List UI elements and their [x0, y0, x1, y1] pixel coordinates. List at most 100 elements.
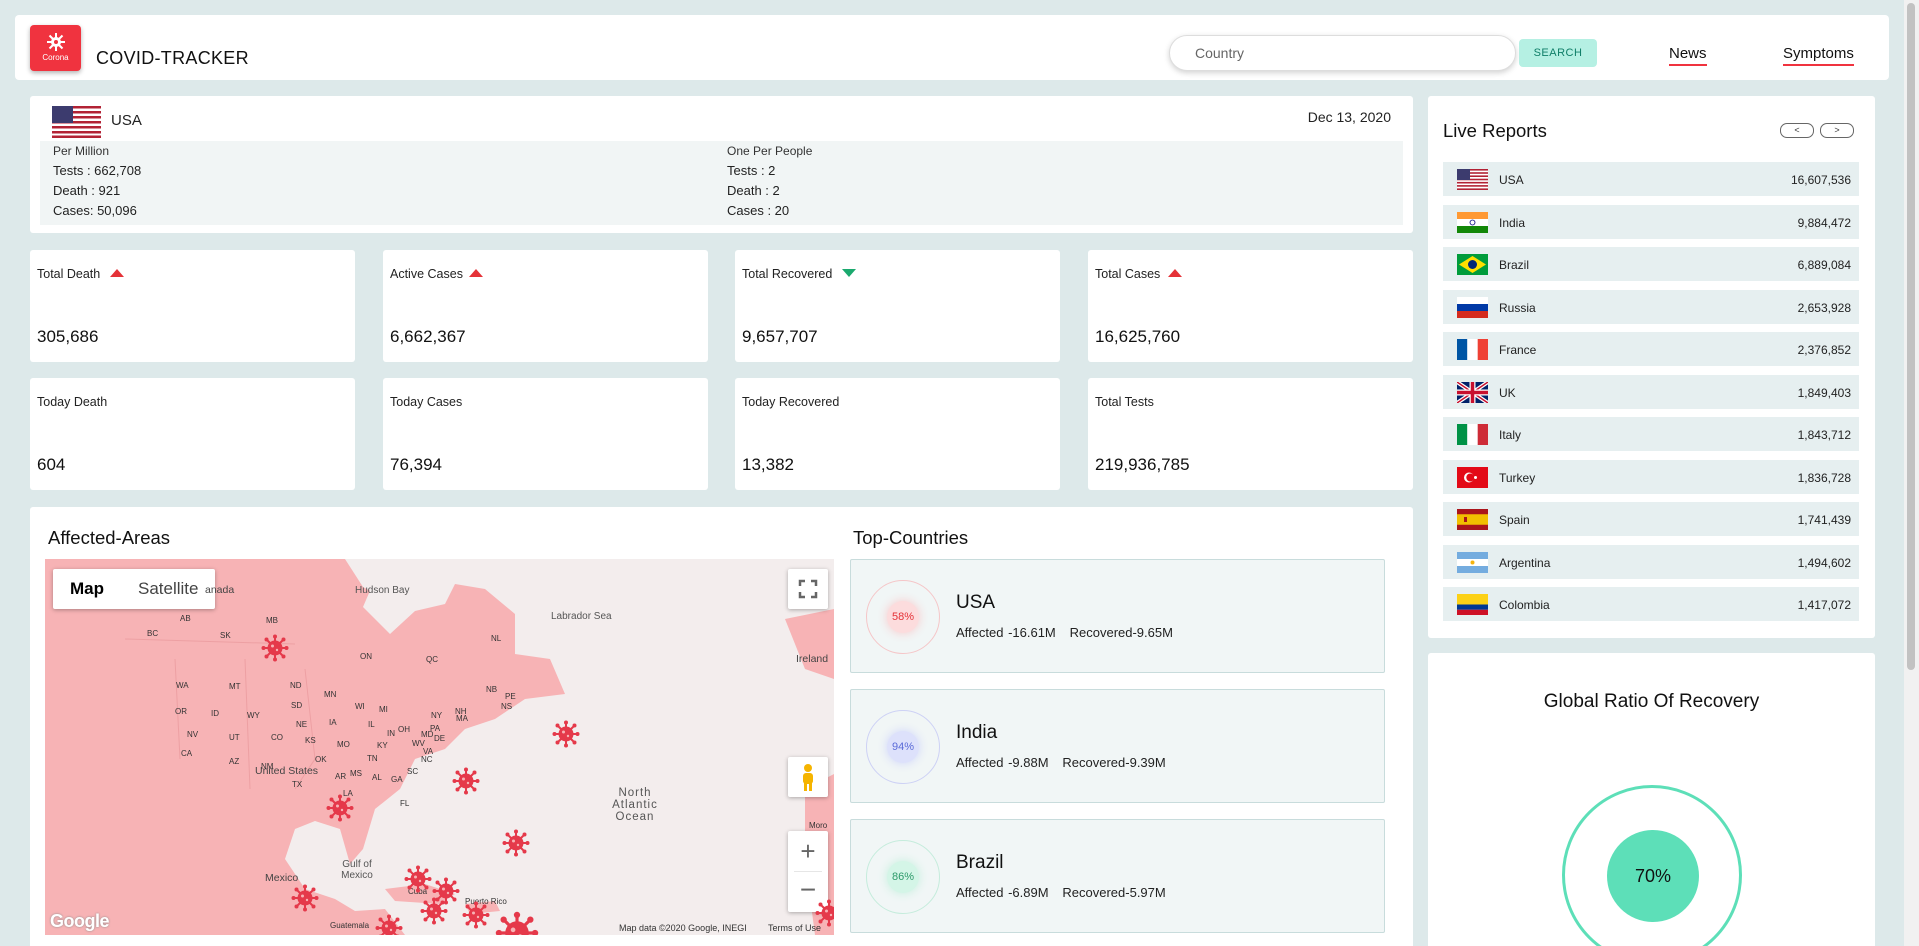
stat-label: Active Cases	[390, 267, 463, 281]
trend-up-icon	[469, 269, 483, 277]
virus-marker-icon[interactable]	[495, 911, 539, 935]
map-state-label: NL	[491, 634, 502, 643]
recovery-ratio-ring: 70%	[1562, 785, 1742, 946]
uk-flag-icon	[1457, 381, 1488, 403]
live-report-country: USA	[1499, 173, 1524, 187]
map-type-satellite-button[interactable]: Satellite	[121, 569, 215, 609]
lower-panel: Affected-Areas Top-Countries Map Satelli…	[30, 507, 1413, 946]
live-report-row[interactable]: India 9,884,472	[1443, 204, 1859, 239]
map-state-label: MA	[456, 714, 468, 723]
affected-areas-map[interactable]: Map Satellite + − anada Hudson Bay Labra…	[45, 559, 834, 935]
live-report-row[interactable]: Italy 1,843,712	[1443, 417, 1859, 451]
spain-flag-icon	[1457, 509, 1488, 530]
live-report-row[interactable]: Russia 2,653,928	[1443, 289, 1859, 324]
live-report-row[interactable]: UK 1,849,403	[1443, 374, 1859, 409]
live-report-country: Colombia	[1499, 598, 1550, 612]
percent-ring: 58%	[866, 580, 940, 654]
one-per-people-cases: Cases : 20	[727, 203, 790, 218]
live-reports-next-button[interactable]: >	[1820, 123, 1854, 138]
scrollbar-thumb[interactable]	[1907, 3, 1915, 670]
map-state-label: NB	[486, 685, 498, 694]
virus-marker-icon[interactable]	[404, 865, 432, 893]
country-info-card: USA Dec 13, 2020 Per Million Tests : 662…	[30, 96, 1413, 233]
stat-value: 16,625,760	[1095, 327, 1181, 346]
per-million-death: Death : 921	[53, 183, 121, 198]
page-scrollbar[interactable]	[1904, 0, 1919, 946]
live-report-count: 1,849,403	[1797, 385, 1851, 400]
app-title: COVID-TRACKER	[96, 48, 249, 68]
per-million-tests: Tests : 662,708	[53, 163, 142, 178]
virus-marker-icon[interactable]	[462, 901, 490, 929]
virus-marker-icon[interactable]	[502, 829, 530, 857]
live-report-country: Russia	[1499, 300, 1536, 315]
live-report-row[interactable]: Argentina 1,494,602	[1443, 544, 1859, 579]
recovery-ratio-panel: Global Ratio Of Recovery 70%	[1428, 653, 1875, 946]
stat-value: 6,662,367	[390, 327, 466, 346]
france-flag-icon	[1457, 339, 1488, 360]
map-state-label: IN	[387, 729, 395, 738]
fullscreen-button[interactable]	[788, 569, 828, 609]
colombia-flag-icon	[1457, 594, 1488, 615]
india-flag-icon	[1457, 211, 1488, 233]
stat-label: Today Recovered	[742, 395, 840, 409]
virus-marker-icon[interactable]	[291, 884, 319, 912]
italy-flag-icon	[1457, 424, 1488, 445]
percent-ring: 86%	[866, 840, 940, 914]
top-country-name: USA	[956, 592, 996, 613]
map-state-label: MS	[350, 769, 362, 778]
fullscreen-icon	[798, 579, 818, 599]
map-state-label: SC	[407, 767, 419, 776]
map-type-map-button[interactable]: Map	[53, 569, 121, 609]
stat-value: 604	[37, 455, 66, 474]
stat-card-active-cases: Active Cases 6,662,367	[383, 250, 708, 362]
zoom-in-button[interactable]: +	[788, 831, 828, 871]
map-state-label: ON	[360, 652, 372, 661]
map-terms-link[interactable]: Terms of Use	[768, 923, 821, 933]
map-state-label: CO	[271, 733, 283, 742]
virus-marker-icon[interactable]	[326, 794, 354, 822]
map-state-label: UT	[229, 733, 240, 742]
live-reports-title: Live Reports	[1443, 120, 1547, 141]
live-report-row[interactable]: Colombia 1,417,072	[1443, 587, 1859, 621]
virus-marker-icon[interactable]	[552, 720, 580, 748]
virus-marker-icon[interactable]	[261, 634, 289, 662]
virus-marker-icon[interactable]	[452, 767, 480, 795]
live-reports-prev-button[interactable]: <	[1780, 123, 1814, 138]
top-country-card-usa[interactable]: 58% USA Affected -16.61M Recovered-9.65M	[850, 559, 1385, 673]
top-country-stats: Affected -9.88M Recovered-9.39M	[956, 755, 1166, 770]
nav-news-link[interactable]: News	[1669, 45, 1707, 66]
map-state-label: NY	[431, 711, 443, 720]
map-state-label: GA	[391, 775, 403, 784]
live-report-count: 1,417,072	[1797, 598, 1851, 612]
nav-symptoms-link[interactable]: Symptoms	[1783, 45, 1854, 66]
per-million-heading: Per Million	[53, 144, 110, 158]
map-label-gulf-of-mexico: Gulf of Mexico	[341, 859, 373, 881]
logo[interactable]: Corona	[30, 25, 81, 71]
virus-marker-icon[interactable]	[420, 897, 448, 925]
stat-card-total-tests: Total Tests 219,936,785	[1088, 378, 1413, 490]
live-report-row[interactable]: Brazil 6,889,084	[1443, 247, 1859, 281]
live-report-row[interactable]: France 2,376,852	[1443, 332, 1859, 366]
map-label-morocco: Moro	[809, 821, 828, 830]
stat-label: Total Tests	[1095, 395, 1154, 409]
map-state-label: NM	[261, 762, 274, 771]
percent-badge: 58%	[887, 601, 919, 633]
search-button[interactable]: SEARCH	[1519, 39, 1597, 67]
live-report-row[interactable]: Turkey 1,836,728	[1443, 459, 1859, 494]
country-search-input[interactable]	[1169, 35, 1516, 71]
virus-marker-icon[interactable]	[375, 914, 403, 935]
top-country-card-brazil[interactable]: 86% Brazil Affected -6.89M Recovered-5.9…	[850, 819, 1385, 933]
live-report-count: 16,607,536	[1790, 173, 1851, 187]
top-country-card-india[interactable]: 94% India Affected -9.88M Recovered-9.39…	[850, 689, 1385, 803]
stat-value: 76,394	[390, 455, 442, 474]
stat-label: Total Death	[37, 267, 101, 281]
street-view-button[interactable]	[788, 757, 828, 797]
live-report-row[interactable]: Spain 1,741,439	[1443, 502, 1859, 536]
live-report-count: 2,653,928	[1797, 300, 1851, 315]
map-type-toggle[interactable]: Map Satellite	[53, 569, 216, 609]
live-report-row[interactable]: USA 16,607,536	[1443, 162, 1859, 196]
turkey-flag-icon	[1457, 466, 1488, 488]
trend-up-icon	[1168, 269, 1182, 277]
russia-flag-icon	[1457, 296, 1488, 318]
stat-label: Total Recovered	[742, 267, 833, 281]
